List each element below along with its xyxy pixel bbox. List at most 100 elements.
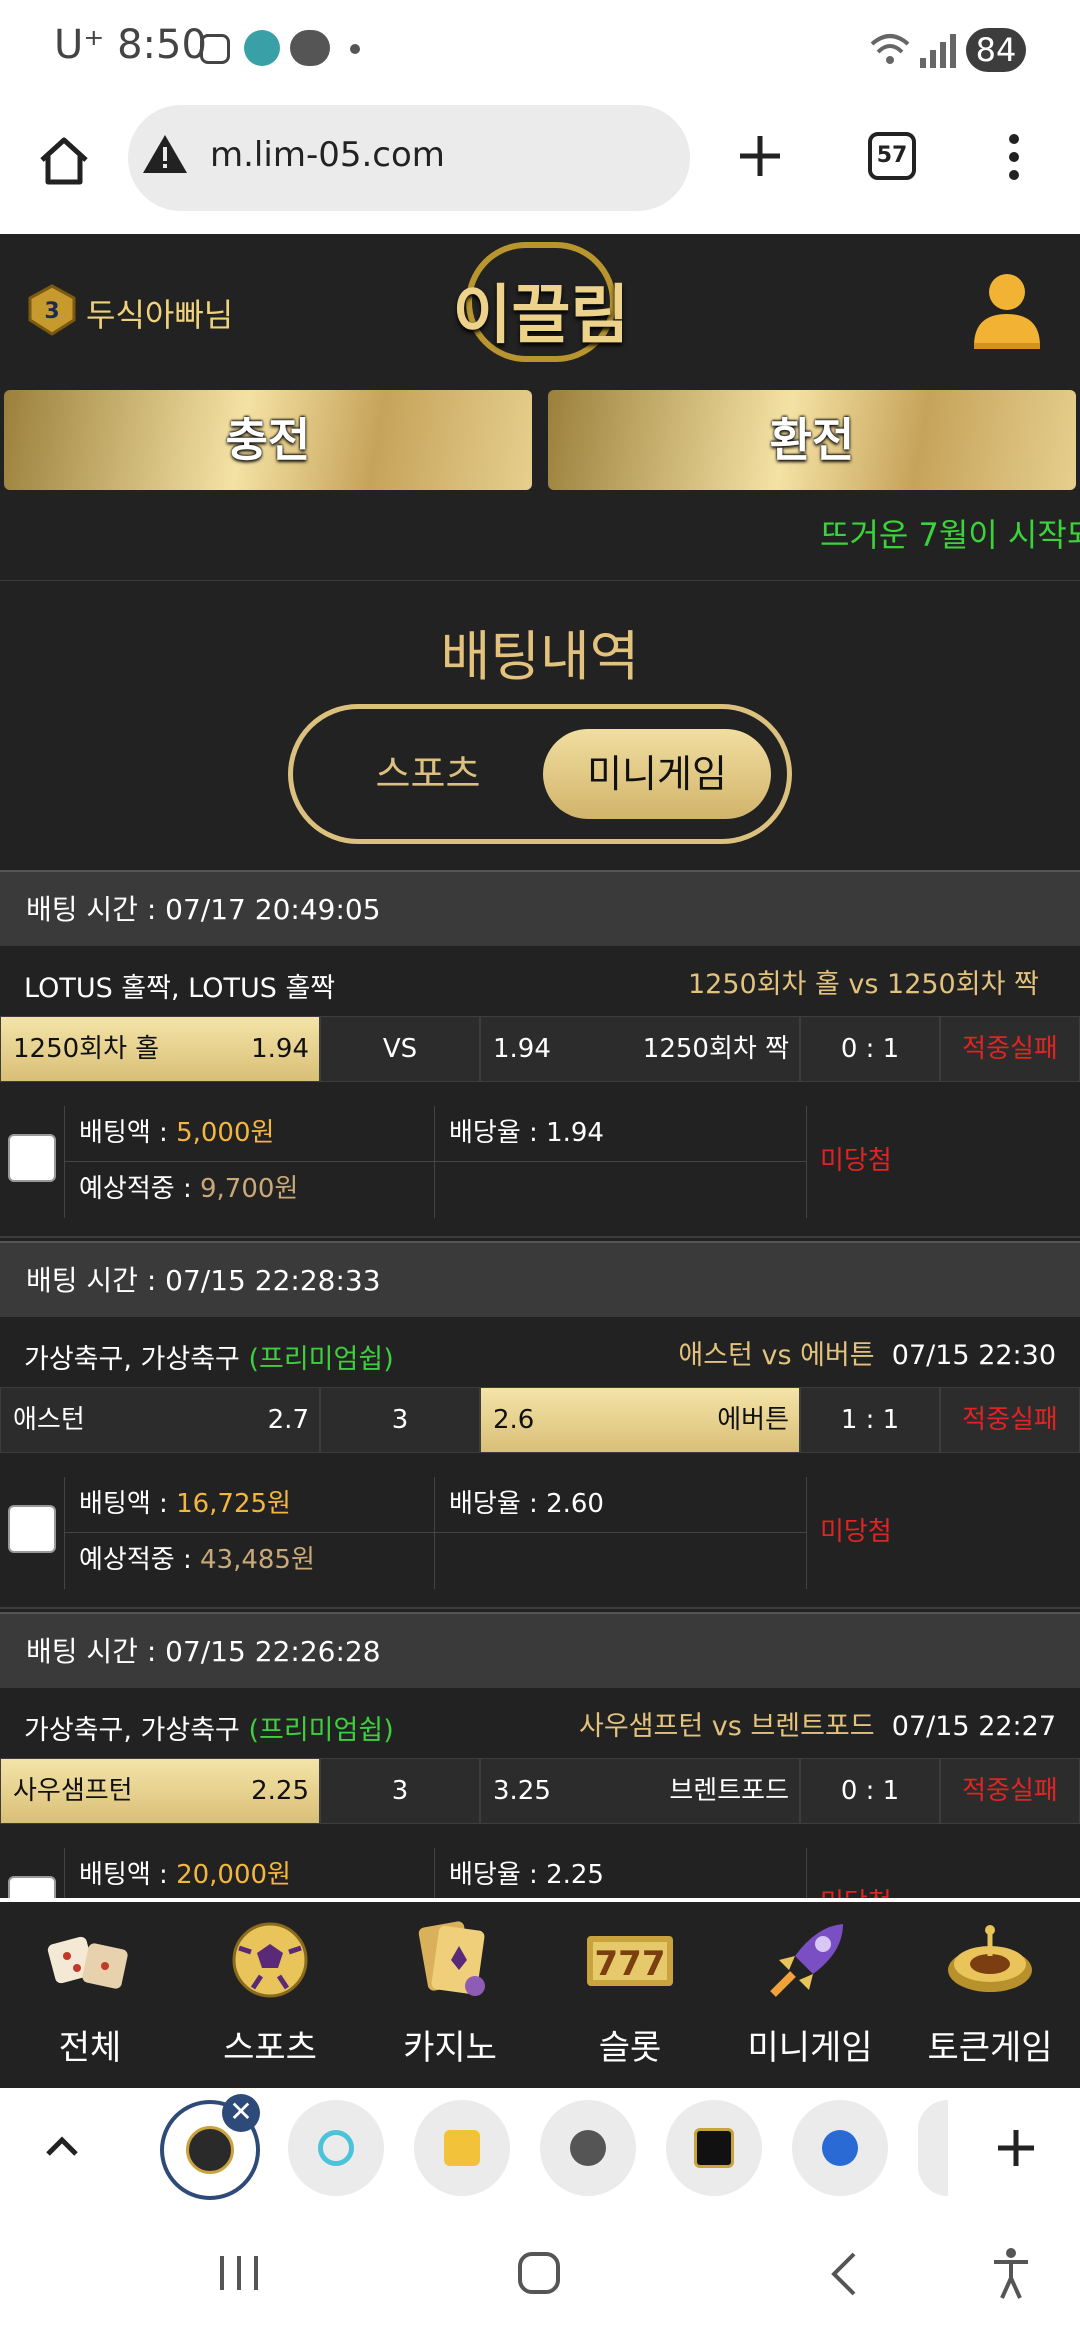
tab-minigame[interactable]: 미니게임 (543, 729, 771, 819)
odds-row: 애스턴 2.7 3 2.6 에버튼 1 : 1 적중실패 (0, 1385, 1080, 1455)
tab-thumb[interactable] (414, 2100, 510, 2196)
bet-game-row: 가상축구, 가상축구 (프리미엄쉽) 사우샘프턴 vs 브렌트포드 07/15 2… (0, 1688, 1080, 1756)
away-odds-cell[interactable]: 3.25 브렌트포드 (480, 1758, 800, 1824)
slot-777-icon: 777 (587, 1936, 673, 1986)
close-tab-icon[interactable]: ✕ (222, 2094, 260, 2132)
rocket-icon (770, 1924, 843, 1997)
address-bar[interactable]: m.lim-05.com (128, 105, 690, 211)
matchup: 사우샘프턴 vs 브렌트포드 07/15 22:27 (579, 1711, 1056, 1742)
nav-slot[interactable]: 777 슬롯 (540, 1912, 720, 2082)
signal-icon (920, 34, 956, 68)
bet-odds: 배당율 : 1.94 (434, 1106, 806, 1162)
add-tab-icon[interactable] (738, 134, 782, 178)
mid-odds-cell[interactable]: 3 (320, 1758, 480, 1824)
matchup: 애스턴 vs 에버튼 07/15 22:30 (678, 1340, 1056, 1371)
url-text[interactable]: m.lim-05.com (210, 135, 445, 175)
battery-indicator: 84 (966, 28, 1026, 72)
username[interactable]: 두식아빠님 (86, 290, 233, 336)
charge-button[interactable]: 충전 (4, 390, 532, 490)
odds-row: 사우샘프턴 2.25 3 3.25 브렌트포드 0 : 1 적중실패 (0, 1756, 1080, 1826)
expected-win: 예상적중 : 43,485원 (64, 1533, 434, 1589)
home-button-icon[interactable] (516, 2250, 562, 2296)
game-name: LOTUS 홀짝, LOTUS 홀짝 (24, 973, 336, 1004)
tab-switcher-button[interactable]: 57 (868, 132, 916, 180)
bet-detail: 배팅액 : 16,725원 배당율 : 2.60 예상적중 : 43,485원 미당첨 (0, 1477, 1080, 1589)
tab-thumb[interactable] (792, 2100, 888, 2196)
divider (806, 1848, 807, 1898)
away-odds-cell[interactable]: 2.6 에버튼 (480, 1387, 800, 1453)
recent-apps-icon[interactable] (216, 2252, 262, 2294)
bet-game-row: LOTUS 홀짝, LOTUS 홀짝 1250회차 홀 vs 1250회차 짝 (0, 946, 1080, 1014)
warning-icon[interactable] (140, 131, 190, 177)
matchup: 1250회차 홀 vs 1250회차 짝 (687, 969, 1039, 1000)
bet-detail: 배팅액 : 20,000원배당율 : 2.25예상적중 : 미당첨 (0, 1848, 1080, 1898)
menu-kebab-icon[interactable] (1006, 132, 1022, 182)
bet-detail: 배팅액 : 5,000원 배당율 : 1.94 예상적중 : 9,700원 미당첨 (0, 1106, 1080, 1218)
back-icon[interactable] (826, 2250, 860, 2298)
browser-toolbar: m.lim-05.com 57 (0, 100, 1080, 234)
divider (0, 1236, 1080, 1238)
browser-tab-strip: ✕ (0, 2088, 1080, 2212)
empty-cell (434, 1162, 806, 1218)
nav-sports[interactable]: 스포츠 (180, 1912, 360, 2082)
bet-type-toggle: 스포츠 미니게임 (288, 704, 792, 844)
nav-all[interactable]: 전체 (0, 1912, 180, 2082)
tab-sports[interactable]: 스포츠 (323, 739, 533, 809)
expected-win: 예상적중 : 9,700원 (64, 1162, 434, 1218)
game-name: 가상축구, 가상축구 (프리미엄쉽) (24, 1344, 394, 1375)
bet-odds: 배당율 : 2.25 (434, 1848, 806, 1898)
bottom-nav: 전체 스포츠 카지노 777 슬롯 미니게임 토큰게임 (0, 1902, 1080, 2088)
bet-card: 배팅 시간 : 07/15 22:26:28 가상축구, 가상축구 (프리미엄쉽)… (0, 1612, 1080, 1898)
score-cell: 1 : 1 (800, 1387, 940, 1453)
cards-icon (418, 1921, 485, 1996)
bet-odds: 배당율 : 2.60 (434, 1477, 806, 1533)
pending-status: 미당첨 (820, 1146, 892, 1176)
accessibility-icon[interactable] (990, 2246, 1032, 2300)
bet-card: 배팅 시간 : 07/17 20:49:05 LOTUS 홀짝, LOTUS 홀짝… (0, 870, 1080, 1240)
bet-card: 배팅 시간 : 07/15 22:28:33 가상축구, 가상축구 (프리미엄쉽)… (0, 1241, 1080, 1611)
chevron-up-icon[interactable] (44, 2134, 80, 2158)
app-notification-icon (244, 30, 280, 66)
divider (0, 1607, 1080, 1609)
game-name: 가상축구, 가상축구 (프리미엄쉽) (24, 1715, 394, 1746)
bet-checkbox[interactable] (8, 1505, 56, 1553)
add-tab-icon[interactable] (996, 2128, 1036, 2168)
dot-icon (350, 44, 360, 54)
away-odds-cell[interactable]: 1.94 1250회차 짝 (480, 1016, 800, 1082)
mid-odds-cell[interactable]: 3 (320, 1387, 480, 1453)
nav-token-game[interactable]: 토큰게임 (900, 1912, 1080, 2082)
divider (806, 1106, 807, 1218)
result-cell: 적중실패 (940, 1387, 1080, 1453)
home-odds-cell[interactable]: 1250회차 홀 1.94 (0, 1016, 320, 1082)
tab-thumb[interactable] (918, 2100, 948, 2196)
tab-thumb[interactable] (666, 2100, 762, 2196)
bet-checkbox[interactable] (8, 1876, 56, 1898)
nav-minigame[interactable]: 미니게임 (720, 1912, 900, 2082)
home-odds-cell[interactable]: 애스턴 2.7 (0, 1387, 320, 1453)
odds-row: 1250회차 홀 1.94 VS 1.94 1250회차 짝0 : 1 적중실패 (0, 1014, 1080, 1084)
site-logo[interactable]: 이끌림 (446, 234, 636, 370)
empty-cell (434, 1533, 806, 1589)
exchange-button[interactable]: 환전 (548, 390, 1076, 490)
mid-odds-cell[interactable]: VS (320, 1016, 480, 1082)
bet-amount: 배팅액 : 5,000원 (64, 1106, 434, 1162)
bet-game-row: 가상축구, 가상축구 (프리미엄쉽) 애스턴 vs 에버튼 07/15 22:30 (0, 1317, 1080, 1385)
bet-amount: 배팅액 : 20,000원 (64, 1848, 434, 1898)
nav-casino[interactable]: 카지노 (360, 1912, 540, 2082)
system-nav-bar (0, 2212, 1080, 2340)
divider (806, 1477, 807, 1589)
home-odds-cell[interactable]: 사우샘프턴 2.25 (0, 1758, 320, 1824)
bet-amount: 배팅액 : 16,725원 (64, 1477, 434, 1533)
tab-thumb[interactable] (540, 2100, 636, 2196)
tab-thumb[interactable] (288, 2100, 384, 2196)
profile-icon[interactable] (970, 270, 1044, 350)
bet-checkbox[interactable] (8, 1134, 56, 1182)
result-cell: 적중실패 (940, 1016, 1080, 1082)
roulette-icon (948, 1925, 1032, 1992)
status-time: U⁺ 8:50 (54, 22, 207, 68)
pending-status: 미당첨 (820, 1517, 892, 1547)
home-icon[interactable] (36, 134, 92, 186)
dice-icon (47, 1936, 128, 1989)
site-content: 3 두식아빠님 이끌림 충전 환전 뜨거운 7월이 시작되 배팅내역 스포츠 미… (0, 234, 1080, 1898)
wifi-icon (870, 34, 910, 64)
